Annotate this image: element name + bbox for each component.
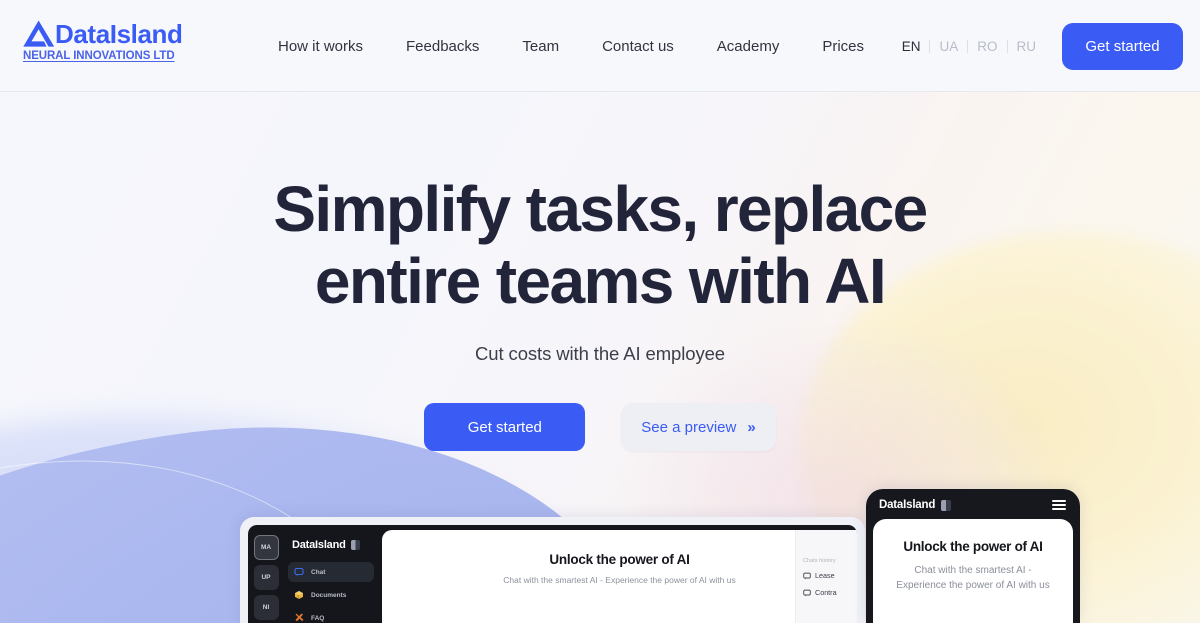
- dashboard-sidebar: DataIsland Chat Documents FAQ: [284, 530, 382, 623]
- chats-history-item-contract[interactable]: Contra: [803, 588, 857, 597]
- phone-brand-text: DataIsland: [879, 499, 936, 511]
- dashboard-subtext: Chat with the smartest AI - Experience t…: [503, 575, 736, 585]
- brand-logo-row: DataIsland: [22, 19, 183, 49]
- language-selector: EN UA RO RU: [893, 0, 1045, 92]
- nav-item-how-it-works[interactable]: How it works: [278, 38, 363, 55]
- chats-history-label-contract: Contra: [815, 588, 837, 597]
- workspace-badge-ni[interactable]: NI: [253, 595, 279, 620]
- nav-item-feedbacks[interactable]: Feedbacks: [406, 38, 479, 55]
- dataisland-square-mark-icon: [350, 540, 360, 550]
- chats-history-title: Chats history: [803, 558, 836, 564]
- chats-history-panel: Chats history Lease Contra: [795, 530, 857, 623]
- phone-brand: DataIsland: [879, 499, 951, 511]
- nav-item-contact-us[interactable]: Contact us: [602, 38, 674, 55]
- dashboard-nav-item-chat[interactable]: Chat: [288, 562, 374, 582]
- phone-heading: Unlock the power of AI: [903, 539, 1043, 554]
- brand-logo[interactable]: DataIsland NEURAL INNOVATIONS LTD: [22, 19, 183, 62]
- hamburger-menu-icon[interactable]: [1052, 499, 1066, 511]
- language-option-ua[interactable]: UA: [930, 39, 967, 54]
- workspace-badge-up[interactable]: UP: [253, 565, 279, 590]
- chat-bubble-icon: [803, 572, 811, 579]
- double-chevron-right-icon: »: [747, 418, 756, 436]
- nav-item-team[interactable]: Team: [522, 38, 559, 55]
- main-navigation: How it works Feedbacks Team Contact us A…: [278, 0, 864, 92]
- landing-page: DataIsland NEURAL INNOVATIONS LTD How it…: [0, 0, 1200, 623]
- dashboard-nav-label-documents: Documents: [311, 591, 347, 599]
- hero-cta-row: Get started See a preview »: [0, 403, 1200, 451]
- laptop-screen: MA UP NI XT DataIsland Chat: [248, 525, 857, 623]
- hero-title-line-1: Simplify tasks, replace: [273, 173, 928, 245]
- hero-get-started-button[interactable]: Get started: [424, 403, 586, 451]
- documents-box-icon: [295, 591, 303, 599]
- faq-puzzle-icon: [295, 613, 304, 622]
- dataisland-square-mark-icon: [941, 499, 951, 511]
- hero-subtitle: Cut costs with the AI employee: [475, 343, 725, 364]
- nav-item-academy[interactable]: Academy: [717, 38, 780, 55]
- nav-item-prices[interactable]: Prices: [822, 38, 864, 55]
- dashboard-nav: Chat Documents FAQ: [288, 562, 374, 623]
- language-option-ru[interactable]: RU: [1008, 39, 1046, 54]
- brand-logo-word: DataIsland: [55, 19, 183, 49]
- phone-header: DataIsland: [873, 495, 1073, 519]
- language-option-ro[interactable]: RO: [968, 39, 1006, 54]
- language-option-en[interactable]: EN: [893, 39, 930, 54]
- dataisland-triangle-logo-icon: [23, 20, 55, 47]
- hero-title: Simplify tasks, replace entire teams wit…: [0, 173, 1200, 317]
- chats-history-label-lease: Lease: [815, 571, 835, 580]
- workspace-badge-ma[interactable]: MA: [253, 535, 279, 560]
- see-a-preview-label: See a preview: [641, 418, 737, 436]
- dashboard-brand: DataIsland: [292, 539, 374, 551]
- hero-section: Simplify tasks, replace entire teams wit…: [0, 92, 1200, 451]
- workspace-rail: MA UP NI XT: [248, 530, 284, 623]
- chat-bubble-icon: [803, 589, 811, 596]
- dashboard-nav-item-faq[interactable]: FAQ: [288, 608, 374, 623]
- see-a-preview-button[interactable]: See a preview »: [621, 403, 776, 451]
- phone-subtext-line-1: Chat with the smartest AI -: [914, 565, 1032, 576]
- dashboard-nav-item-documents[interactable]: Documents: [288, 585, 374, 605]
- phone-mockup: DataIsland Unlock the power of AI Chat w…: [866, 489, 1080, 623]
- header-get-started-button[interactable]: Get started: [1062, 23, 1183, 70]
- phone-subtext: Chat with the smartest AI - Experience t…: [887, 563, 1059, 593]
- dashboard-brand-text: DataIsland: [292, 539, 346, 551]
- site-header: DataIsland NEURAL INNOVATIONS LTD How it…: [0, 0, 1200, 92]
- brand-logo-subtitle: NEURAL INNOVATIONS LTD: [23, 50, 175, 62]
- laptop-mockup: MA UP NI XT DataIsland Chat: [240, 517, 865, 623]
- chat-bubble-icon: [294, 567, 304, 576]
- dashboard-nav-label-faq: FAQ: [311, 614, 325, 622]
- hero-title-line-2: entire teams with AI: [314, 245, 887, 317]
- phone-screen: Unlock the power of AI Chat with the sma…: [873, 519, 1073, 623]
- dashboard-nav-label-chat: Chat: [311, 568, 326, 576]
- phone-subtext-line-2: Experience the power of AI with us: [896, 580, 1050, 591]
- chats-history-item-lease[interactable]: Lease: [803, 571, 857, 580]
- dashboard-main-panel: Unlock the power of AI Chat with the sma…: [382, 530, 857, 623]
- dashboard-heading: Unlock the power of AI: [549, 552, 690, 567]
